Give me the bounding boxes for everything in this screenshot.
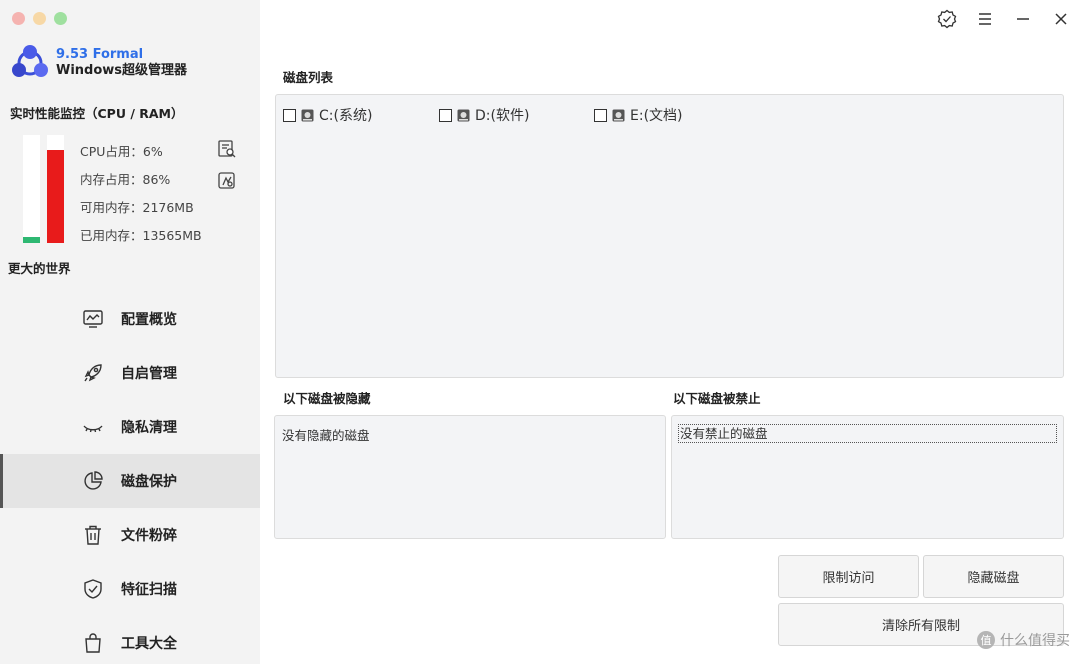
watermark: 值 什么值得买 <box>976 630 1070 650</box>
disk-checkbox[interactable] <box>283 108 296 122</box>
blocked-disks-list[interactable]: 没有禁止的磁盘 <box>671 415 1064 539</box>
drive-icon <box>457 109 470 122</box>
disk-label: D:(软件) <box>475 108 530 124</box>
disk-item-e[interactable]: E:(文档) <box>594 105 683 125</box>
available-mem-text: 可用内存：2176MB <box>80 200 194 215</box>
cpu-usage-text: CPU占用：6% <box>80 144 163 159</box>
ram-bar-fill <box>47 150 64 243</box>
disk-checkbox[interactable] <box>439 108 452 122</box>
sidebar-item-label: 磁盘保护 <box>121 474 177 490</box>
minimize-dot-button[interactable] <box>33 12 46 25</box>
sidebar-item-toolbox[interactable]: 工具大全 <box>0 616 260 664</box>
close-icon[interactable] <box>1050 8 1072 30</box>
sidebar-item-label: 特征扫描 <box>121 582 177 598</box>
sidebar-item-config-overview[interactable]: 配置概览 <box>0 292 260 346</box>
ram-bar <box>47 135 64 243</box>
mem-usage-text: 内存占用：86% <box>80 172 171 187</box>
process-search-icon[interactable] <box>217 139 237 159</box>
world-label: 更大的世界 <box>8 261 71 276</box>
brand: 9.53 Formal Windows超级管理器 <box>10 44 187 82</box>
disk-label: C:(系统) <box>319 108 373 124</box>
stats: CPU占用：6% 内存占用：86% 可用内存：2176MB 已用内存：13565… <box>80 143 202 255</box>
sidebar-item-file-shred[interactable]: 文件粉碎 <box>0 508 260 562</box>
cpu-bar <box>23 135 40 243</box>
sidebar-item-label: 配置概览 <box>121 312 177 328</box>
hide-disk-button[interactable]: 隐藏磁盘 <box>923 555 1064 598</box>
brand-name: Windows超级管理器 <box>56 63 188 78</box>
close-dot-button[interactable] <box>12 12 25 25</box>
sidebar-item-label: 隐私清理 <box>121 420 177 436</box>
window-traffic-lights <box>12 12 67 25</box>
used-mem-text: 已用内存：13565MB <box>80 228 202 243</box>
sidebar-item-disk-protect[interactable]: 磁盘保护 <box>0 454 260 508</box>
window-controls <box>936 8 1072 30</box>
blocked-disks-title: 以下磁盘被禁止 <box>673 391 761 406</box>
minimize-icon[interactable] <box>1012 8 1034 30</box>
hidden-empty-text: 没有隐藏的磁盘 <box>282 428 370 443</box>
memory-clean-icon[interactable] <box>217 171 237 191</box>
pie-chart-icon <box>82 470 104 492</box>
menu-icon[interactable] <box>974 8 996 30</box>
app-logo-icon <box>10 44 50 82</box>
monitor-chart-icon <box>82 308 104 330</box>
bag-icon <box>82 632 104 654</box>
shield-check-icon <box>82 578 104 600</box>
sidebar: 9.53 Formal Windows超级管理器 实时性能监控（CPU / RA… <box>0 0 260 664</box>
zoom-dot-button[interactable] <box>54 12 67 25</box>
disk-list-panel: C:(系统) D:(软件) E:(文档) <box>275 94 1064 378</box>
disk-list-title: 磁盘列表 <box>283 70 334 85</box>
disk-item-d[interactable]: D:(软件) <box>439 105 529 125</box>
sidebar-item-startup[interactable]: 自启管理 <box>0 346 260 400</box>
hidden-disks-title: 以下磁盘被隐藏 <box>283 391 371 406</box>
sidebar-item-label: 自启管理 <box>121 366 177 382</box>
sidebar-item-privacy-clean[interactable]: 隐私清理 <box>0 400 260 454</box>
brand-version: 9.53 Formal <box>56 47 144 62</box>
usage-bars <box>23 135 64 243</box>
watermark-text: 什么值得买 <box>1000 633 1070 649</box>
blocked-empty-text: 没有禁止的磁盘 <box>678 424 1057 443</box>
verified-badge-icon[interactable] <box>936 8 958 30</box>
svg-text:值: 值 <box>981 634 992 647</box>
sidebar-item-label: 工具大全 <box>121 636 177 652</box>
sidebar-item-label: 文件粉碎 <box>121 528 177 544</box>
hidden-disks-list[interactable]: 没有隐藏的磁盘 <box>274 415 666 539</box>
sidebar-nav: 配置概览 自启管理 隐私清理 磁盘保护 文件粉碎 特征扫描 工具大全 <box>0 292 260 664</box>
drive-icon <box>301 109 314 122</box>
cpu-bar-fill <box>23 236 40 243</box>
trash-icon <box>82 524 104 546</box>
rocket-icon <box>82 362 104 384</box>
sidebar-item-feature-scan[interactable]: 特征扫描 <box>0 562 260 616</box>
closed-eye-icon <box>82 416 104 438</box>
disk-label: E:(文档) <box>630 108 683 124</box>
disk-checkbox[interactable] <box>594 108 607 122</box>
disk-item-c[interactable]: C:(系统) <box>283 105 372 125</box>
watermark-logo-icon: 值 <box>977 631 995 649</box>
monitor-title: 实时性能监控（CPU / RAM） <box>10 106 184 121</box>
restrict-access-button[interactable]: 限制访问 <box>778 555 919 598</box>
drive-icon <box>612 109 625 122</box>
